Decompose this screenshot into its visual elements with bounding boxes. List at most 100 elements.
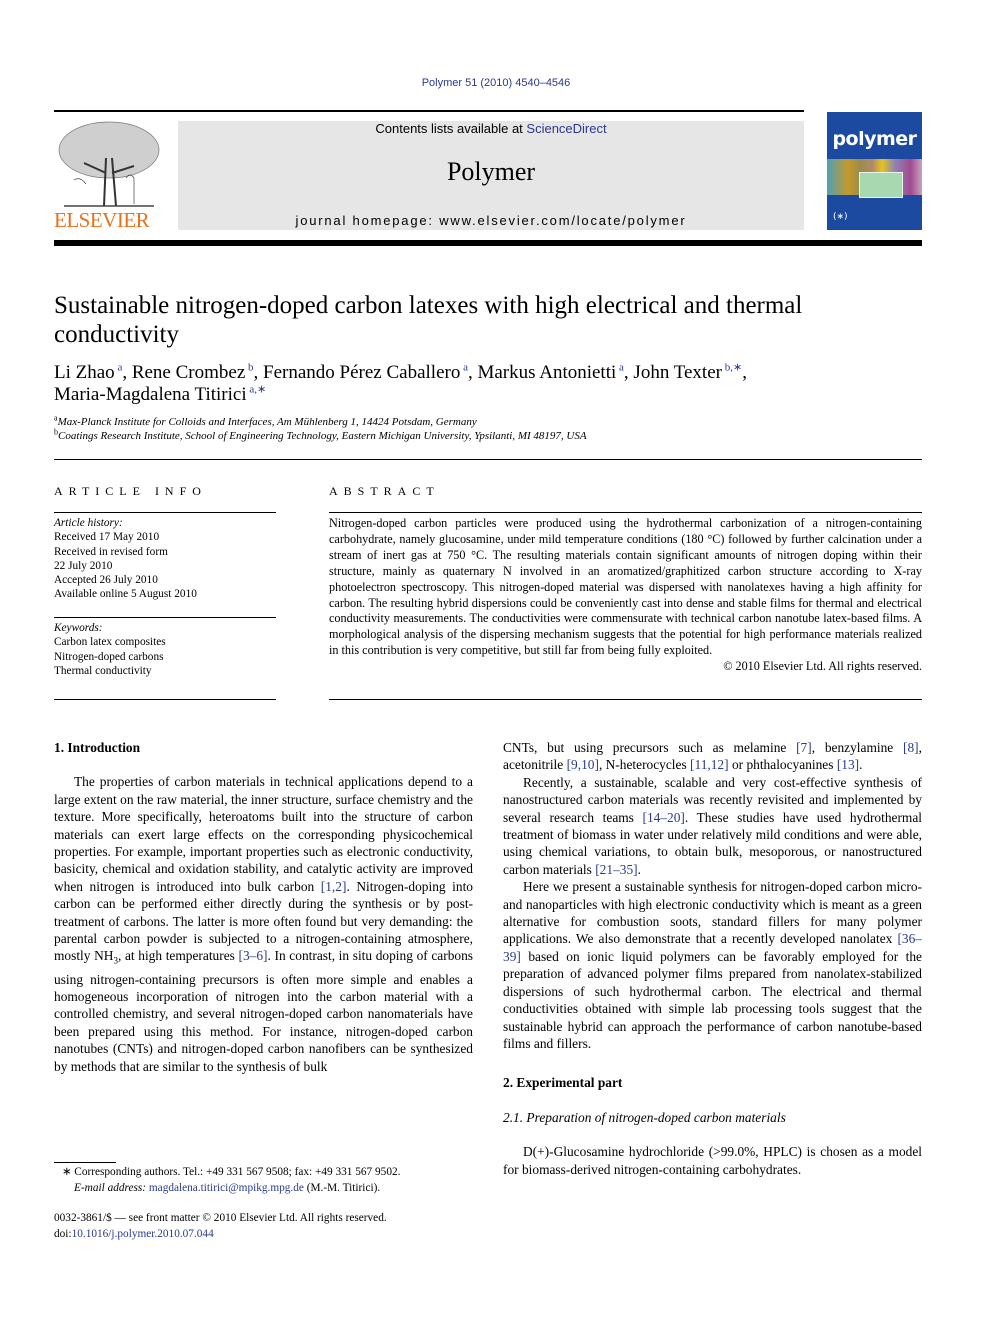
- citation-link[interactable]: [9,10]: [567, 757, 599, 772]
- history-entry: Accepted 26 July 2010: [54, 574, 158, 587]
- cover-title: polymer: [832, 128, 917, 150]
- sciencedirect-link[interactable]: ScienceDirect: [526, 121, 606, 136]
- affiliation-marker[interactable]: a,∗: [247, 384, 266, 396]
- elsevier-wordmark: ELSEVIER: [54, 208, 150, 232]
- author-name[interactable]: Maria-Magdalena Titirici: [54, 384, 247, 405]
- text-run: . In contrast, in situ doping of carbons…: [54, 948, 474, 1074]
- keyword-list: Carbon latex composites Nitrogen-doped ca…: [54, 635, 276, 678]
- author-separator: ,: [122, 362, 132, 383]
- article-info-heading: ARTICLE INFO: [54, 484, 207, 498]
- paragraph: The properties of carbon materials in te…: [54, 773, 473, 1075]
- author-list: Li Zhao a, Rene Crombez b, Fernando Pére…: [54, 362, 914, 406]
- citation-link[interactable]: [1,2]: [321, 879, 347, 894]
- citation-link[interactable]: [11,12]: [690, 757, 729, 772]
- footnote-rule: [54, 1162, 116, 1163]
- masthead-thick-rule: [54, 240, 922, 246]
- cover-emblem-icon: (∗): [833, 212, 848, 222]
- keywords: Keywords: Carbon latex composites Nitroge…: [54, 621, 276, 678]
- doi-link[interactable]: 10.1016/j.polymer.2010.07.044: [72, 1228, 214, 1240]
- affiliation-marker[interactable]: b: [245, 362, 254, 374]
- author-name[interactable]: Fernando Pérez Caballero: [263, 362, 460, 383]
- journal-reference[interactable]: Polymer 51 (2010) 4540–4546: [0, 77, 992, 89]
- citation-link[interactable]: [21–35]: [595, 862, 637, 877]
- citation-link[interactable]: [7]: [796, 740, 812, 755]
- author-name[interactable]: Li Zhao: [54, 362, 115, 383]
- paragraph: D(+)-Glucosamine hydrochloride (>99.0%, …: [503, 1144, 922, 1177]
- text-run: based on ionic liquid polymers can be fa…: [503, 948, 922, 1051]
- text-run: CNTs, but using precursors such as melam…: [503, 740, 797, 755]
- journal-homepage[interactable]: journal homepage: www.elsevier.com/locat…: [178, 213, 804, 228]
- article-title: Sustainable nitrogen-doped carbon latexe…: [54, 292, 803, 348]
- article-info-rule: [54, 512, 276, 513]
- doi-prefix: doi:: [54, 1227, 72, 1240]
- elsevier-logo[interactable]: ELSEVIER: [54, 118, 164, 233]
- journal-masthead: Contents lists available at ScienceDirec…: [178, 121, 804, 230]
- article-history-label: Article history:: [54, 517, 123, 529]
- abstract-copyright: © 2010 Elsevier Ltd. All rights reserved…: [723, 659, 922, 674]
- keyword: Nitrogen-doped carbons: [54, 650, 164, 663]
- paragraph: Here we present a sustainable synthesis …: [503, 878, 922, 1052]
- text-run: .: [637, 861, 641, 877]
- corresponding-author-note: ∗ Corresponding authors. Tel.: +49 331 5…: [62, 1166, 401, 1178]
- author-name[interactable]: Rene Crombez: [132, 362, 245, 383]
- article-info-rule: [54, 699, 276, 700]
- author-name[interactable]: Markus Antonietti: [477, 362, 616, 383]
- email-link[interactable]: magdalena.titirici@mpikg.mpg.de: [149, 1182, 304, 1194]
- text-run: or phthalocyanines: [728, 757, 837, 773]
- abstract-rule: [329, 699, 922, 700]
- contents-prefix: Contents lists available at: [375, 121, 527, 136]
- journal-name: Polymer: [446, 157, 536, 186]
- tree-icon: [58, 121, 160, 207]
- affiliation-text: Coatings Research Institute, School of E…: [58, 430, 587, 442]
- affiliation-marker[interactable]: a: [616, 362, 624, 374]
- citation-link[interactable]: [3–6]: [239, 948, 268, 963]
- author-separator: ,: [253, 362, 264, 383]
- section-heading-experimental: 2. Experimental part: [503, 1075, 623, 1091]
- article-history: Article history: Received 17 May 2010 Rec…: [54, 516, 276, 602]
- keyword: Carbon latex composites: [54, 636, 166, 649]
- footnotes: ∗ Corresponding authors. Tel.: +49 331 5…: [54, 1165, 484, 1196]
- journal-cover[interactable]: polymer (∗): [827, 112, 922, 230]
- text-run: , at high temperatures: [117, 948, 239, 964]
- affiliation: bCoatings Research Institute, School of …: [54, 428, 914, 443]
- text-run: , N-heterocycles: [598, 757, 691, 773]
- doi-line: doi:10.1016/j.polymer.2010.07.044: [54, 1227, 484, 1243]
- text-run: The properties of carbon materials in te…: [54, 774, 473, 894]
- text-run: .: [859, 757, 863, 773]
- email-note: E-mail address: magdalena.titirici@mpikg…: [54, 1181, 484, 1197]
- history-entry: Available online 5 August 2010: [54, 588, 197, 601]
- email-label: E-mail address:: [74, 1181, 147, 1194]
- paragraph-continued: CNTs, but using precursors such as melam…: [503, 739, 922, 774]
- citation-link[interactable]: [13]: [837, 757, 859, 772]
- front-matter: 0032-3861/$ — see front matter © 2010 El…: [54, 1211, 484, 1242]
- citation-link[interactable]: [8]: [903, 740, 919, 755]
- body-column-right: CNTs, but using precursors such as melam…: [503, 739, 922, 1178]
- abstract-body: Nitrogen-doped carbon particles were pro…: [329, 516, 922, 658]
- issn-line: 0032-3861/$ — see front matter © 2010 El…: [54, 1212, 387, 1224]
- article-info-rule: [54, 617, 276, 618]
- cover-inset-image: [859, 172, 903, 198]
- affiliations: aMax-Planck Institute for Colloids and I…: [54, 414, 914, 443]
- text-run: , benzylamine: [811, 740, 903, 755]
- header-rule: [54, 110, 804, 112]
- abstract: Nitrogen-doped carbon particles were pro…: [329, 516, 922, 675]
- article-history-list: Received 17 May 2010 Received in revised …: [54, 530, 276, 601]
- affiliation: aMax-Planck Institute for Colloids and I…: [54, 414, 914, 429]
- keyword: Thermal conductivity: [54, 664, 152, 677]
- history-entry: 22 July 2010: [54, 559, 113, 572]
- section-heading-introduction: 1. Introduction: [54, 740, 141, 755]
- text-run: Here we present a sustainable synthesis …: [503, 879, 922, 947]
- author-separator: ,: [742, 362, 747, 383]
- author-name[interactable]: John Texter: [633, 362, 722, 383]
- affiliation-text: Max-Planck Institute for Colloids and In…: [57, 416, 477, 428]
- section-rule: [54, 459, 922, 460]
- history-entry: Received 17 May 2010: [54, 531, 160, 544]
- paragraph: Recently, a sustainable, scalable and ve…: [503, 774, 922, 878]
- keywords-label: Keywords:: [54, 622, 103, 634]
- abstract-rule: [329, 512, 922, 513]
- history-entry: Received in revised form: [54, 545, 168, 558]
- citation-link[interactable]: [14–20]: [642, 810, 684, 825]
- affiliation-marker[interactable]: a: [460, 362, 468, 374]
- contents-line: Contents lists available at ScienceDirec…: [178, 121, 804, 136]
- affiliation-marker[interactable]: b,∗: [722, 362, 742, 374]
